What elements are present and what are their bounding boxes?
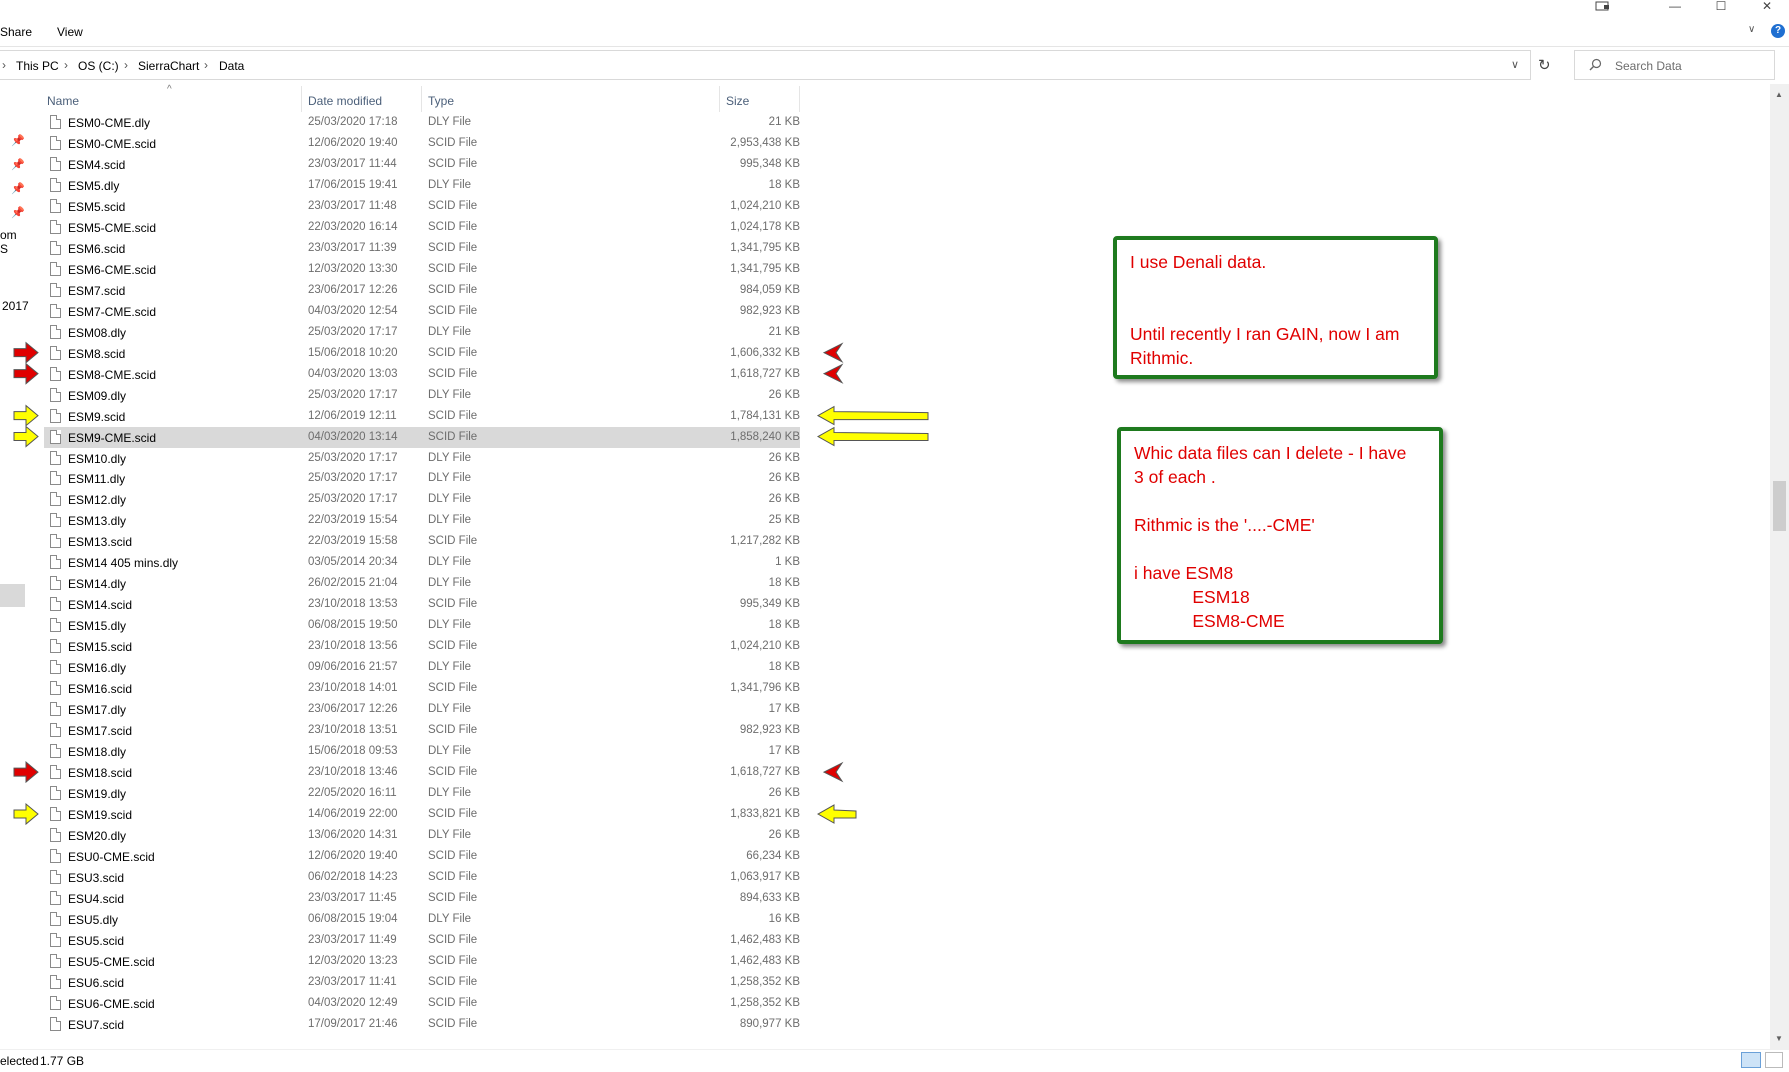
annotation-arrow bbox=[816, 426, 929, 447]
annotation-arrow bbox=[816, 405, 929, 426]
annotation-note-2-text: Whic data files can I delete - I have 3 … bbox=[1134, 443, 1407, 631]
annotation-arrow bbox=[822, 342, 844, 363]
annotation-arrow bbox=[13, 802, 39, 826]
annotation-arrow bbox=[13, 425, 39, 448]
annotation-note-1-text: I use Denali data. Until recently I ran … bbox=[1130, 252, 1400, 368]
large-icons-view-icon[interactable] bbox=[1765, 1052, 1783, 1068]
status-size: 1.77 GB bbox=[40, 1054, 85, 1068]
annotation-arrow bbox=[13, 362, 39, 385]
scroll-down-icon[interactable]: ▼ bbox=[1775, 1034, 1783, 1043]
details-view-icon[interactable] bbox=[1741, 1052, 1761, 1068]
status-bar: elected 1.77 GB bbox=[0, 1049, 1789, 1072]
annotation-arrow bbox=[13, 761, 39, 784]
annotation-arrow bbox=[822, 363, 844, 384]
annotation-arrows bbox=[13, 341, 929, 826]
annotation-note-2: Whic data files can I delete - I have 3 … bbox=[1117, 427, 1443, 644]
status-selected-text: elected bbox=[0, 1054, 39, 1068]
annotation-arrow bbox=[13, 341, 39, 364]
annotation-arrow bbox=[822, 761, 844, 783]
scroll-up-icon[interactable]: ▲ bbox=[1775, 90, 1783, 99]
annotation-arrow bbox=[13, 404, 39, 427]
annotation-arrow bbox=[816, 804, 857, 824]
vertical-scrollbar[interactable]: ▲ ▼ bbox=[1770, 84, 1789, 1049]
annotation-note-1: I use Denali data. Until recently I ran … bbox=[1113, 236, 1438, 379]
scroll-thumb[interactable] bbox=[1773, 481, 1786, 531]
